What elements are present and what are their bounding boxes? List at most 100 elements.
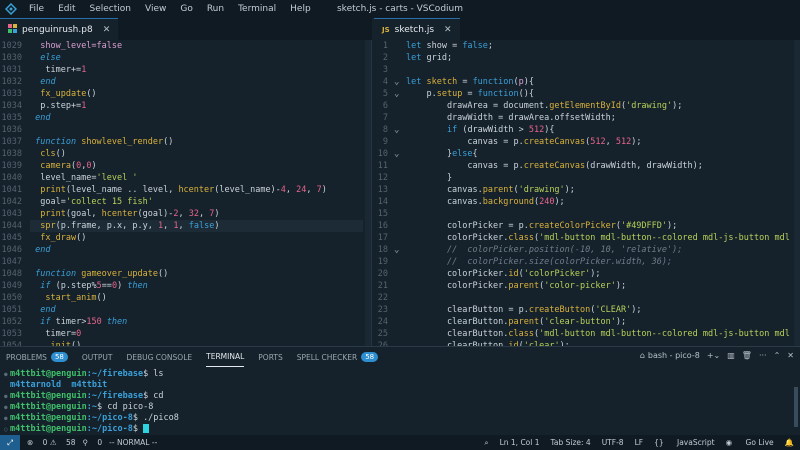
code-area[interactable]: let show = false; let grid; let sketch = f… [406, 40, 800, 346]
code-line[interactable]: level_name='level ' [30, 172, 363, 184]
menu-view[interactable]: View [138, 4, 173, 14]
terminal-scrollbar[interactable] [794, 387, 798, 427]
code-line[interactable]: // colorPicker.size(colorPicker.width, 3… [406, 256, 800, 268]
fold-chevron-icon[interactable]: ⌄ [394, 88, 404, 100]
code-line[interactable]: show_level=false [30, 40, 363, 52]
code-line[interactable]: p.setup = function(){ [406, 88, 800, 100]
code-line[interactable]: end [30, 304, 363, 316]
scrollbar[interactable] [794, 40, 800, 346]
close-icon[interactable]: ✕ [103, 25, 111, 35]
code-line[interactable]: clearButton.parent('clear-button'); [406, 316, 800, 328]
code-line[interactable]: clearButton.class('mdl-button mdl-button… [406, 328, 800, 340]
code-line[interactable]: camera(0,0) [30, 160, 363, 172]
code-line[interactable]: canvas = p.createCanvas(drawWidth, drawW… [406, 160, 800, 172]
code-line[interactable]: end [30, 76, 363, 88]
ports-status[interactable]: ⚲ 0 [83, 438, 103, 447]
menu-go[interactable]: Go [173, 4, 199, 14]
zoom-icon[interactable]: ⌕ [484, 438, 488, 448]
panel-tab-debug-console[interactable]: DEBUG CONSOLE [126, 347, 192, 367]
code-line[interactable]: cls() [30, 148, 363, 160]
menu-edit[interactable]: Edit [51, 4, 82, 14]
tab-size[interactable]: Tab Size: 4 [551, 438, 591, 447]
encoding[interactable]: UTF-8 [602, 438, 624, 447]
code-line[interactable]: end [30, 112, 363, 124]
code-line[interactable]: function gameover_update() [30, 268, 363, 280]
code-line[interactable] [406, 64, 800, 76]
code-line[interactable]: colorPicker.parent('color-picker'); [406, 280, 800, 292]
panel-tab-terminal[interactable]: TERMINAL [206, 347, 245, 367]
code-line[interactable]: canvas = p.createCanvas(512, 512); [406, 136, 800, 148]
code-line[interactable]: print(level_name .. level, hcenter(level… [30, 184, 363, 196]
code-line[interactable] [406, 208, 800, 220]
code-line[interactable]: canvas.background(240); [406, 196, 800, 208]
cursor-position[interactable]: Ln 1, Col 1 [500, 438, 540, 447]
fold-chevron-icon[interactable]: ⌄ [394, 76, 404, 88]
editor-sketch-js[interactable]: 1 2 3 4 5 6 7 8 9 10 11 12 13 14 15 16 17 18 19 20 21 22 23 24 2… [374, 40, 800, 346]
panel-tab-output[interactable]: OUTPUT [82, 347, 113, 367]
code-line[interactable]: timer=0 [30, 328, 363, 340]
code-line[interactable]: else [30, 52, 363, 64]
code-line[interactable]: end [30, 244, 363, 256]
split-terminal-icon[interactable]: ▥ [727, 351, 735, 360]
more-icon[interactable]: ··· [759, 351, 767, 360]
close-icon[interactable]: ✕ [444, 25, 452, 35]
remote-icon[interactable]: ⤢ [0, 435, 20, 450]
chevron-up-icon[interactable]: ⌃ [774, 351, 781, 360]
notifications-icon[interactable]: 🔔 [785, 438, 794, 447]
terminal-name[interactable]: bash - pico-8 [648, 351, 700, 360]
code-line[interactable]: colorPicker = p.createColorPicker('#49DF… [406, 220, 800, 232]
code-line[interactable] [30, 256, 363, 268]
code-line[interactable] [406, 292, 800, 304]
go-live-button[interactable]: ◉ Go Live [726, 438, 774, 447]
tab-sketch-js[interactable]: JS sketch.js ✕ [374, 18, 460, 40]
code-line[interactable]: canvas.parent('drawing'); [406, 184, 800, 196]
code-area[interactable]: show_level=false else timer+=1 end fx_up… [30, 40, 363, 346]
code-line[interactable]: timer+=1 [30, 64, 363, 76]
code-line[interactable]: drawArea = document.getElementById('draw… [406, 100, 800, 112]
code-line[interactable]: print(goal, hcenter(goal)-2, 32, 7) [30, 208, 363, 220]
code-line[interactable]: fx_update() [30, 88, 363, 100]
menu-selection[interactable]: Selection [83, 4, 138, 14]
fold-chevron-icon[interactable]: ⌄ [394, 148, 404, 160]
fold-chevron-icon[interactable]: ⌄ [394, 244, 404, 256]
editor-penguinrush[interactable]: 1029 1030 1031 1032 1033 1034 1035 1036 1037 1038… [0, 40, 372, 346]
code-line[interactable]: colorPicker.id('colorPicker'); [406, 268, 800, 280]
panel-tab-problems[interactable]: PROBLEMS 58 [6, 347, 68, 367]
code-line[interactable]: start_anim() [30, 292, 363, 304]
fold-gutter[interactable]: ⌄ ⌄ ⌄ ⌄ ⌄ [394, 40, 404, 346]
code-line[interactable]: let sketch = function(p){ [406, 76, 800, 88]
code-line[interactable]: fx_draw() [30, 232, 363, 244]
code-line[interactable]: if timer>150 then [30, 316, 363, 328]
code-line[interactable]: } [406, 172, 800, 184]
errors-status[interactable]: ⊗ 0 ⚠ 58 [27, 438, 76, 447]
new-terminal-icon[interactable]: +⌄ [707, 351, 720, 360]
code-line[interactable] [30, 124, 363, 136]
panel-tab-spell-checker[interactable]: SPELL CHECKER 58 [297, 347, 379, 367]
terminal-output[interactable]: ● m4ttbit@penguin:~/firebase$ ls m4ttarno… [4, 369, 179, 435]
end-of-line[interactable]: LF [635, 438, 644, 447]
code-line[interactable]: let grid; [406, 52, 800, 64]
tab-penguinrush[interactable]: penguinrush.p8 ✕ [0, 18, 119, 40]
menu-run[interactable]: Run [200, 4, 231, 14]
code-line[interactable]: }else{ [406, 148, 800, 160]
scrollbar[interactable] [365, 40, 371, 346]
trash-icon[interactable]: 🗑 [742, 351, 752, 360]
language-mode[interactable]: {} JavaScript [654, 438, 715, 447]
menu-help[interactable]: Help [283, 4, 318, 14]
code-line[interactable]: if (drawWidth > 512){ [406, 124, 800, 136]
code-line[interactable]: function showlevel_render() [30, 136, 363, 148]
code-line[interactable]: p.step+=1 [30, 100, 363, 112]
code-line[interactable]: if (p.step%5==0) then [30, 280, 363, 292]
code-line[interactable]: spr(p.frame, p.x, p.y, 1, 1, false) [30, 220, 363, 232]
code-line[interactable]: clearButton = p.createButton('CLEAR'); [406, 304, 800, 316]
close-icon[interactable]: ✕ [787, 351, 794, 360]
panel-tab-ports[interactable]: PORTS [258, 347, 282, 367]
menu-file[interactable]: File [22, 4, 51, 14]
menu-terminal[interactable]: Terminal [231, 4, 283, 14]
code-line[interactable]: goal='collect 15 fish' [30, 196, 363, 208]
code-line[interactable]: colorPicker.class('mdl-button mdl-button… [406, 232, 800, 244]
code-line[interactable]: let show = false; [406, 40, 800, 52]
fold-chevron-icon[interactable]: ⌄ [394, 124, 404, 136]
code-line[interactable]: drawWidth = drawArea.offsetWidth; [406, 112, 800, 124]
code-line[interactable]: // colorPicker.position(-10, 10, 'relati… [406, 244, 800, 256]
